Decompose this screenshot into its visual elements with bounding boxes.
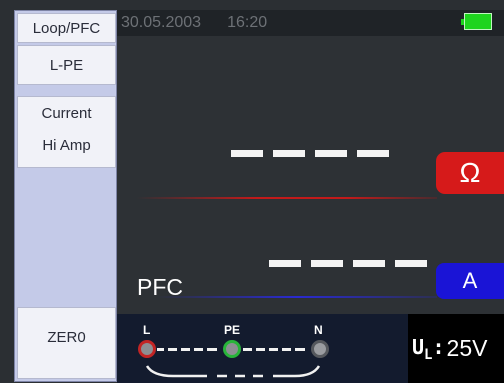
current-key-label: Current [41, 104, 92, 122]
l-terminal-icon [138, 340, 156, 358]
measurement-display: Ω PFC A [117, 36, 504, 314]
load-bracket-icon [145, 365, 321, 378]
impedance-divider [137, 197, 437, 199]
limit-value: 25V [446, 335, 488, 361]
voltage-limit: UL: 25V [408, 314, 504, 383]
zero-key[interactable]: ZER0 [17, 307, 116, 379]
time-display: 16:20 [227, 14, 268, 31]
pe-terminal-icon [223, 340, 241, 358]
amp-unit-badge: A [436, 263, 504, 299]
reading-dash [311, 260, 343, 267]
reading-dash [231, 150, 263, 157]
ohm-unit-badge: Ω [436, 152, 504, 194]
battery-full-icon [461, 13, 492, 30]
wire-segment [157, 348, 164, 351]
wire-segment [181, 348, 190, 351]
wire-segment [269, 348, 278, 351]
terminal-label-l: L [143, 323, 151, 337]
reading-dash [315, 150, 347, 157]
reading-dash [273, 150, 305, 157]
reading-dash [357, 150, 389, 157]
reading-dash [395, 260, 427, 267]
terminal-label-pe: PE [224, 323, 241, 337]
wire-segment [295, 348, 305, 351]
impedance-reading [231, 150, 389, 157]
wire-segment [194, 348, 203, 351]
limit-symbol: UL: [412, 334, 445, 363]
connection-strip: L PE N UL: 25V [117, 314, 504, 383]
pfc-reading [269, 260, 427, 267]
reading-dash [269, 260, 301, 267]
connection-key[interactable]: L-PE [17, 45, 116, 85]
wire-segment [282, 348, 291, 351]
current-key[interactable]: Current Hi Amp [17, 96, 116, 168]
wire-segment [168, 348, 177, 351]
n-terminal-icon [311, 340, 329, 358]
function-sidebar: Loop/PFC L-PE Current Hi Amp ZER0 [14, 10, 117, 382]
pfc-divider [157, 296, 437, 298]
date-display: 30.05.2003 [121, 14, 202, 31]
mode-key[interactable]: Loop/PFC [17, 13, 116, 43]
wire-segment [207, 348, 217, 351]
terminal-label-n: N [314, 323, 323, 337]
reading-dash [353, 260, 385, 267]
current-key-sublabel: Hi Amp [42, 136, 91, 154]
wire-segment [256, 348, 265, 351]
status-header: 30.05.2003 16:20 [117, 10, 504, 36]
wire-segment [243, 348, 252, 351]
